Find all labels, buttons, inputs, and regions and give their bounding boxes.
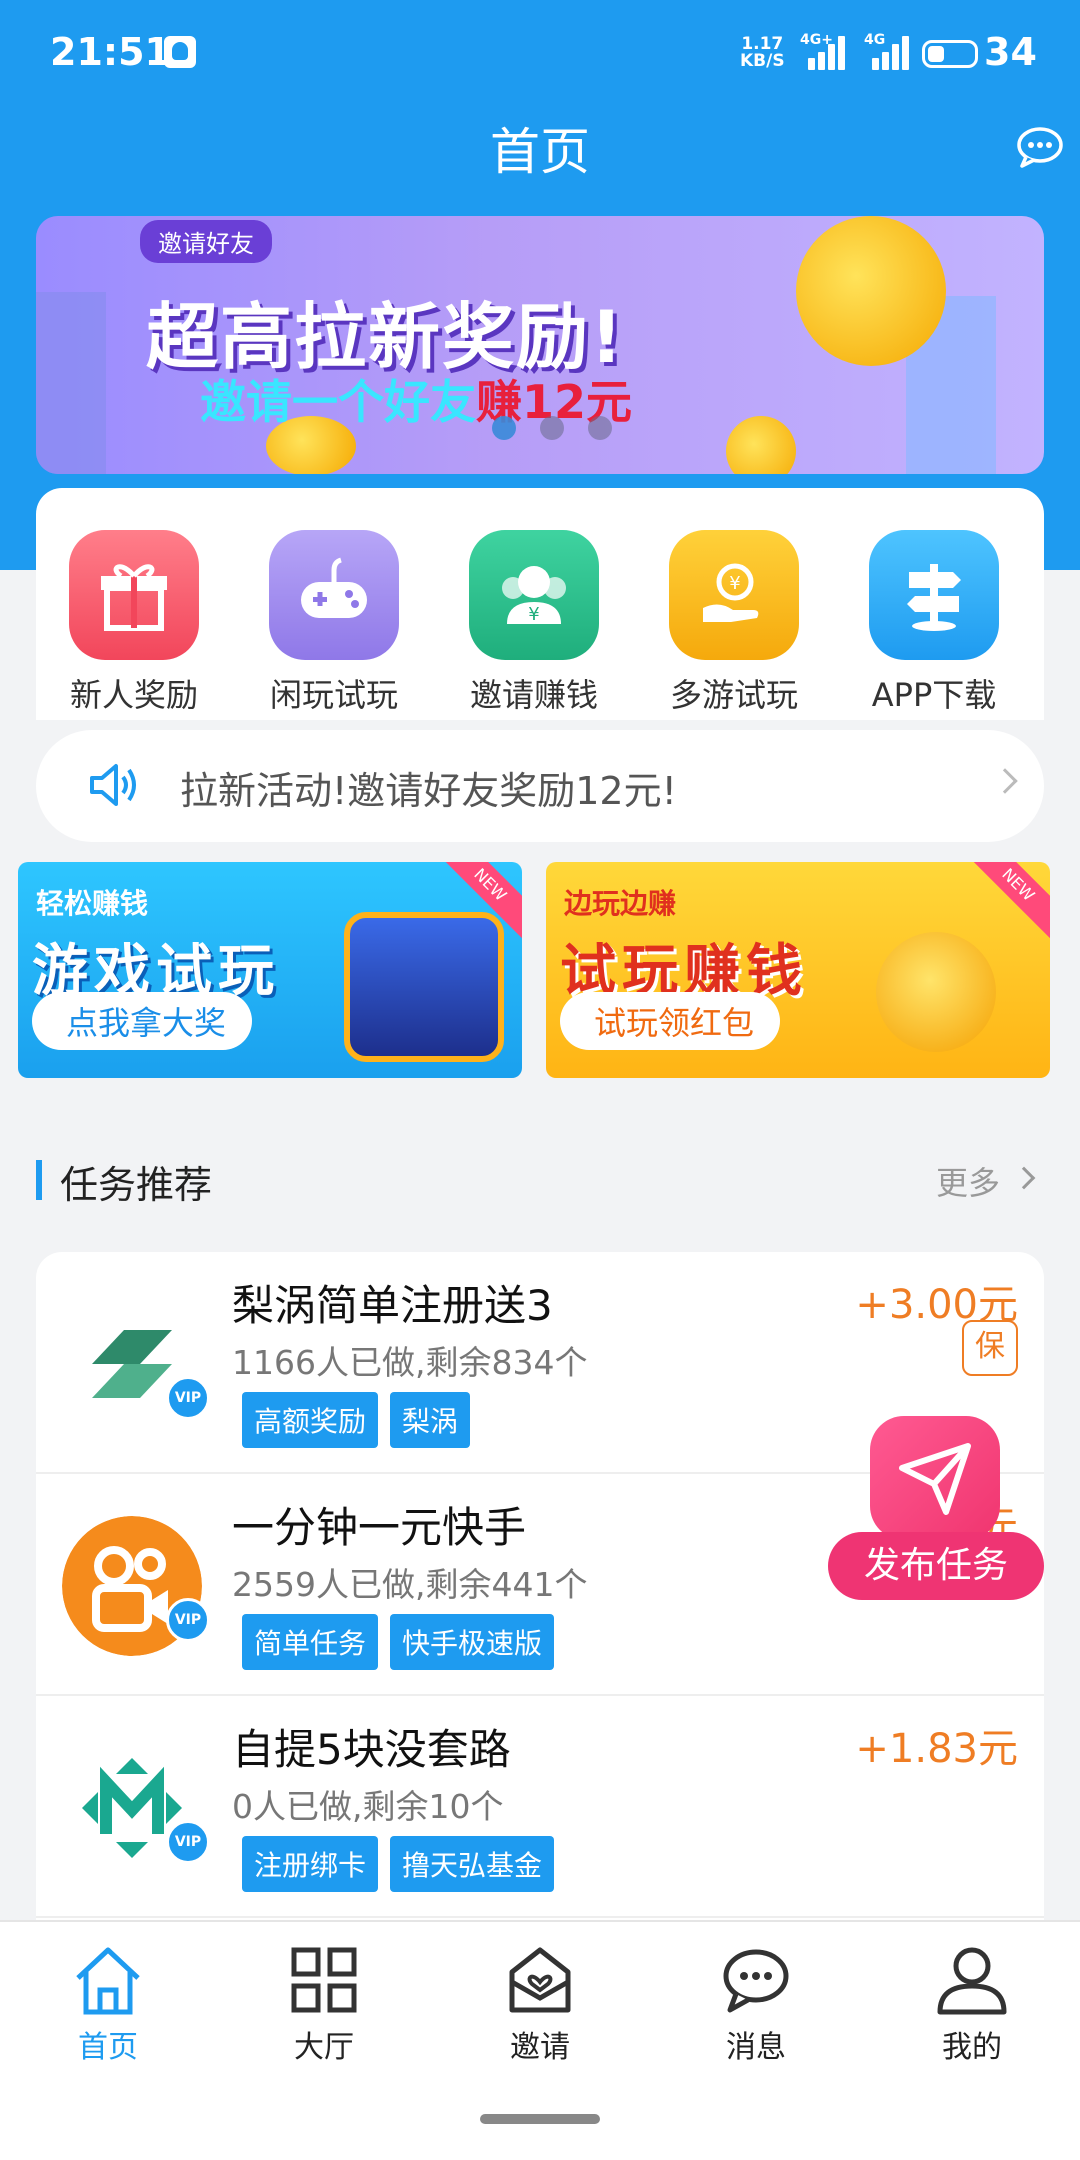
page-dot: [588, 416, 612, 440]
home-icon: [76, 1947, 140, 2015]
new-badge: NEW: [964, 862, 1050, 939]
chevron-right-icon: [1012, 1166, 1036, 1190]
svg-text:¥: ¥: [528, 604, 539, 625]
signal-icon-sim1: 4G+: [800, 32, 850, 70]
promo-button[interactable]: 试玩领红包: [560, 992, 781, 1050]
building-graphic: [36, 292, 106, 474]
page-dot: [540, 416, 564, 440]
more-link[interactable]: 更多: [936, 1158, 1000, 1204]
battery-icon: [922, 40, 978, 68]
battery-level: 34: [984, 30, 1037, 74]
home-indicator[interactable]: [480, 2114, 600, 2124]
vip-badge: VIP: [166, 1376, 210, 1420]
menu-item-app-download[interactable]: APP下载: [854, 530, 1014, 716]
status-time: 21:51: [50, 30, 171, 74]
task-reward: +1.83元: [855, 1726, 1018, 1772]
nav-invite[interactable]: 邀请: [440, 1942, 640, 2066]
page-title: 首页: [490, 123, 590, 181]
menu-item-newbie-reward[interactable]: 新人奖励: [54, 530, 214, 716]
grid-icon: [291, 1947, 357, 2013]
signpost-icon: [869, 530, 999, 660]
nav-home[interactable]: 首页: [8, 1942, 208, 2066]
page-dot-active: [492, 416, 516, 440]
nav-hall[interactable]: 大厅: [224, 1942, 424, 2066]
status-bar: 21:51 1.17 KB/S 4G+ 4G 34: [0, 0, 1080, 108]
announcement-text: 拉新活动!邀请好友奖励12元!: [180, 769, 677, 813]
promo-game-trial[interactable]: 轻松赚钱 游戏试玩 点我拿大奖 NEW: [18, 862, 522, 1078]
shark-game-icon: [344, 912, 504, 1062]
announcement-bar[interactable]: 拉新活动!邀请好友奖励12元!: [36, 730, 1044, 842]
task-section-header: 任务推荐 更多: [0, 1100, 1080, 1220]
coin-hand-icon: ¥: [669, 530, 799, 660]
gift-icon: [69, 530, 199, 660]
qq-notification-icon: [164, 36, 196, 68]
quick-menu: 新人奖励 闲玩试玩 ¥ 邀请赚钱 ¥ 多游试玩 APP下载: [36, 488, 1044, 720]
task-tags: 简单任务 快手极速版: [242, 1614, 566, 1670]
bottom-navigation: 首页 大厅 邀请 消息 我的: [0, 1920, 1080, 2160]
heart-mail-icon: [509, 1947, 571, 2013]
menu-item-duoyou-trial[interactable]: ¥ 多游试玩: [654, 530, 814, 716]
vip-badge: VIP: [166, 1598, 210, 1642]
paper-plane-icon: [899, 1443, 971, 1515]
invite-users-icon: ¥: [469, 530, 599, 660]
promo-play-earn[interactable]: 边玩边赚 试玩赚钱 试玩领红包 NEW: [546, 862, 1050, 1078]
banner-pagination: [492, 416, 612, 440]
guarantee-badge: 保: [962, 1320, 1018, 1376]
coin-graphic: [726, 416, 796, 474]
chat-icon: [723, 1949, 789, 2013]
coin-graphic: [796, 216, 946, 366]
section-accent: [36, 1160, 42, 1200]
publish-task-label[interactable]: 发布任务: [828, 1532, 1044, 1600]
vip-badge: VIP: [166, 1820, 210, 1864]
network-speed: 1.17 KB/S: [740, 34, 785, 71]
svg-text:¥: ¥: [729, 573, 740, 594]
speaker-icon: [90, 764, 136, 806]
task-tags: 高额奖励 梨涡: [242, 1392, 482, 1448]
message-icon[interactable]: [1016, 126, 1064, 168]
promo-button[interactable]: 点我拿大奖: [32, 992, 253, 1050]
chevron-right-icon: [992, 768, 1018, 794]
signal-icon-sim2: 4G: [864, 32, 914, 70]
nav-profile[interactable]: 我的: [872, 1942, 1072, 2066]
menu-item-xianwan-trial[interactable]: 闲玩试玩: [254, 530, 414, 716]
task-tags: 注册绑卡 撸天弘基金: [242, 1836, 566, 1892]
menu-item-invite-earn[interactable]: ¥ 邀请赚钱: [454, 530, 614, 716]
user-icon: [937, 1947, 1007, 2015]
section-title: 任务推荐: [60, 1163, 213, 1207]
banner-tag: 邀请好友: [140, 220, 272, 263]
nav-messages[interactable]: 消息: [656, 1942, 856, 2066]
gamepad-icon: [269, 530, 399, 660]
publish-task-button[interactable]: [870, 1416, 1000, 1540]
task-item[interactable]: VIP 自提5块没套路 0人已做,剩余10个 注册绑卡 撸天弘基金 +1.83元: [36, 1696, 1044, 1918]
sun-mascot-graphic: [876, 932, 996, 1052]
